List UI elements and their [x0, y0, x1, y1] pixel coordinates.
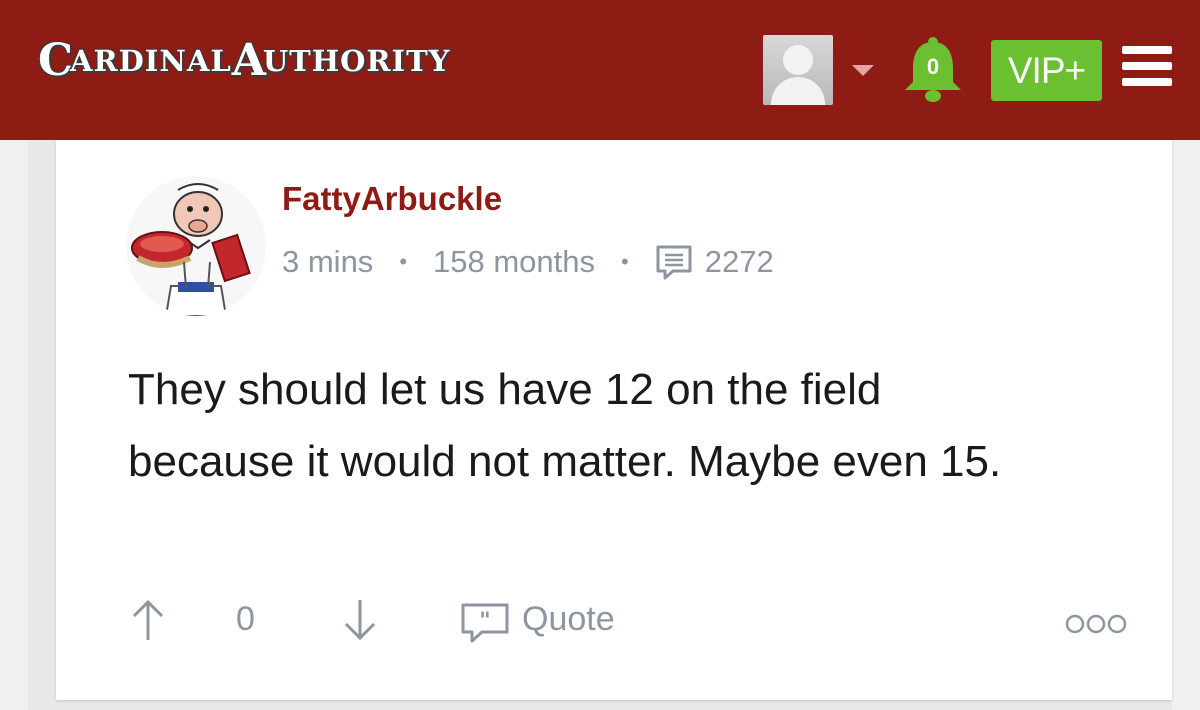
user-avatar-button[interactable]: [763, 35, 833, 105]
logo-word-uthority: UTHORITY: [262, 43, 451, 78]
chevron-down-icon[interactable]: [852, 65, 874, 76]
upvote-arrow-icon[interactable]: [128, 598, 168, 642]
svg-text:": ": [479, 609, 490, 634]
post-author-avatar[interactable]: [126, 176, 266, 316]
post-author-name[interactable]: FattyArbuckle: [282, 180, 502, 218]
quote-icon[interactable]: ": [460, 602, 510, 644]
hamburger-menu-icon[interactable]: [1122, 46, 1172, 86]
post-body-line: They should let us have 12 on the field: [128, 365, 882, 414]
notification-count: 0: [926, 54, 940, 79]
post-actions: 0 " Quote: [128, 590, 1128, 650]
avatar-placeholder-head: [783, 45, 813, 75]
vip-button[interactable]: VIP+: [991, 40, 1102, 101]
post-card: FattyArbuckle 3 mins • 158 months • 2272…: [56, 140, 1172, 700]
post-body: They should let us have 12 on the field …: [128, 354, 1108, 498]
meta-separator: •: [399, 249, 408, 274]
notifications-button[interactable]: 0: [902, 36, 964, 104]
logo-letter-a: A: [231, 35, 267, 86]
vote-count: 0: [236, 600, 255, 638]
chef-pig-avatar-image: [126, 176, 266, 316]
post-card-frame: FattyArbuckle 3 mins • 158 months • 2272…: [28, 140, 1172, 710]
post-timestamp[interactable]: 3 mins: [282, 244, 373, 280]
logo-letter-c: C: [38, 35, 75, 86]
post-meta: 3 mins • 158 months • 2272: [282, 242, 774, 282]
site-logo[interactable]: C ARDINAL A UTHORITY: [38, 30, 450, 92]
menu-bar: [1122, 78, 1172, 86]
downvote-arrow-icon[interactable]: [340, 598, 380, 642]
comments-icon: [655, 244, 693, 280]
member-duration: 158 months: [433, 244, 596, 279]
post-body-line: because it would not matter. Maybe even …: [128, 437, 1002, 486]
meta-separator: •: [621, 249, 629, 274]
logo-word-ardinal: ARDINAL: [70, 43, 232, 78]
menu-bar: [1122, 46, 1172, 54]
quote-button[interactable]: Quote: [522, 600, 615, 639]
author-post-count[interactable]: 2272: [705, 244, 774, 280]
menu-bar: [1122, 62, 1172, 70]
site-header: C ARDINAL A UTHORITY 0 VIP+: [0, 0, 1200, 140]
avatar-placeholder-body: [771, 77, 825, 105]
more-options-icon[interactable]: [1064, 606, 1128, 634]
